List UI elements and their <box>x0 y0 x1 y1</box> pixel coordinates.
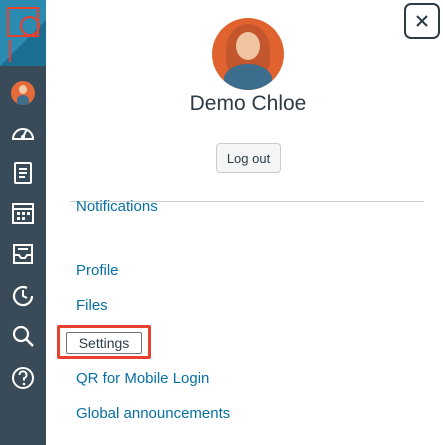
user-name: Demo Chloe <box>189 92 307 115</box>
rail-dashboard[interactable] <box>0 113 46 153</box>
rail-history[interactable] <box>0 276 46 316</box>
menu-link-files[interactable]: Files <box>76 297 108 314</box>
courses-icon <box>14 162 32 184</box>
rail-inbox[interactable] <box>0 234 46 274</box>
rail-calendar[interactable] <box>0 193 46 233</box>
inbox-icon <box>13 244 33 264</box>
menu-link-settings[interactable]: Settings <box>66 332 142 354</box>
rail-courses[interactable] <box>0 153 46 193</box>
dashboard-icon <box>11 128 35 140</box>
rail-account-avatar[interactable] <box>0 73 46 113</box>
help-icon <box>12 367 34 389</box>
calendar-icon <box>12 203 34 224</box>
logo-mark-icon <box>0 0 46 66</box>
search-icon <box>12 325 34 347</box>
global-nav-rail <box>0 0 46 445</box>
profile-avatar <box>212 18 284 90</box>
menu-link-profile[interactable]: Profile <box>76 262 119 279</box>
rail-help[interactable] <box>0 358 46 398</box>
close-tray-button[interactable] <box>404 3 440 39</box>
institution-logo[interactable] <box>0 0 46 66</box>
rail-search[interactable] <box>0 316 46 356</box>
history-icon <box>12 285 34 307</box>
menu-link-global-announcements[interactable]: Global announcements <box>76 405 230 422</box>
account-avatar-icon <box>11 81 35 105</box>
logout-button[interactable]: Log out <box>216 143 281 173</box>
menu-link-qr-mobile-login[interactable]: QR for Mobile Login <box>76 370 209 387</box>
close-icon <box>416 15 428 27</box>
menu-link-notifications[interactable]: Notifications <box>76 198 158 215</box>
